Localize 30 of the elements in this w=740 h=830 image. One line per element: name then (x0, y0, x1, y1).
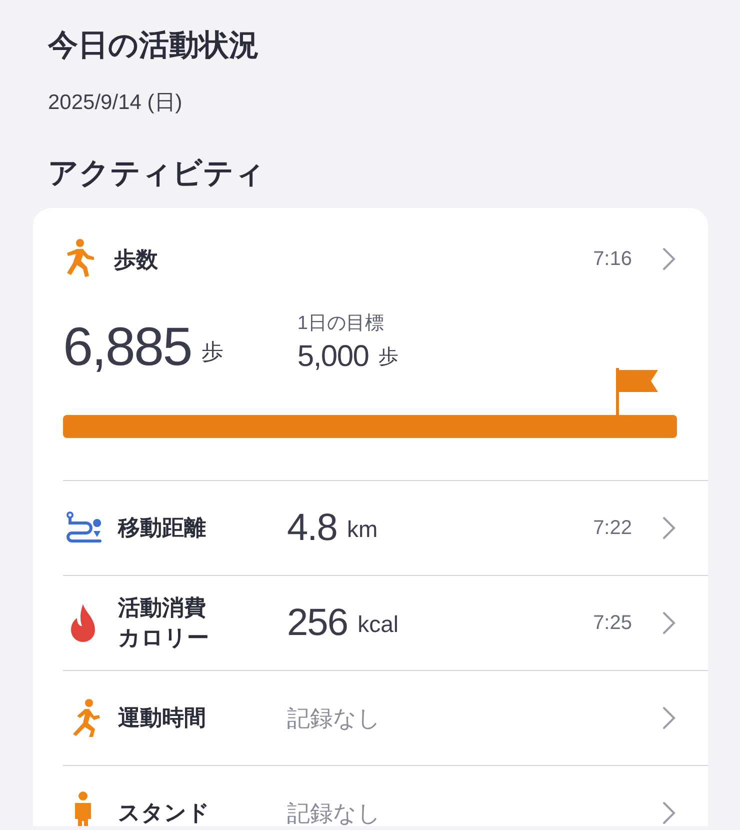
metric-value: 4.8 (287, 506, 337, 550)
metric-label: 移動距離 (118, 514, 207, 542)
no-record-text: 記録なし (287, 704, 381, 733)
goal-flag-icon (616, 368, 658, 418)
goal-unit: 歩 (378, 345, 399, 370)
chevron-right-icon[interactable] (662, 611, 676, 635)
update-time: 7:25 (593, 611, 632, 636)
metric-label: 活動消費カロリー (118, 594, 210, 652)
no-record-text: 記録なし (287, 798, 381, 826)
goal-value: 5,000 (297, 339, 369, 375)
goal-label: 1日の目標 (297, 312, 385, 336)
steps-unit: 歩 (201, 338, 224, 366)
route-icon (64, 511, 102, 545)
metric-label: 運動時間 (118, 704, 207, 732)
metric-value: 256 (287, 601, 348, 645)
update-time: 7:22 (593, 516, 632, 541)
metric-unit: kcal (358, 610, 398, 638)
steps-label: 歩数 (114, 246, 158, 274)
standing-figure-icon (72, 791, 94, 826)
chevron-right-icon[interactable] (662, 516, 676, 540)
metric-unit: km (346, 514, 378, 544)
page-title: 今日の活動状況 (48, 28, 259, 64)
chevron-right-icon[interactable] (662, 247, 676, 271)
metric-label: スタンド (118, 799, 211, 826)
chevron-right-icon[interactable] (662, 801, 676, 825)
update-time: 7:16 (593, 247, 632, 272)
chevron-right-icon[interactable] (662, 706, 676, 730)
section-heading: アクティビティ (48, 156, 265, 192)
steps-value: 6,885 (63, 318, 192, 376)
date-text: 2025/9/14 (日) (48, 90, 182, 116)
